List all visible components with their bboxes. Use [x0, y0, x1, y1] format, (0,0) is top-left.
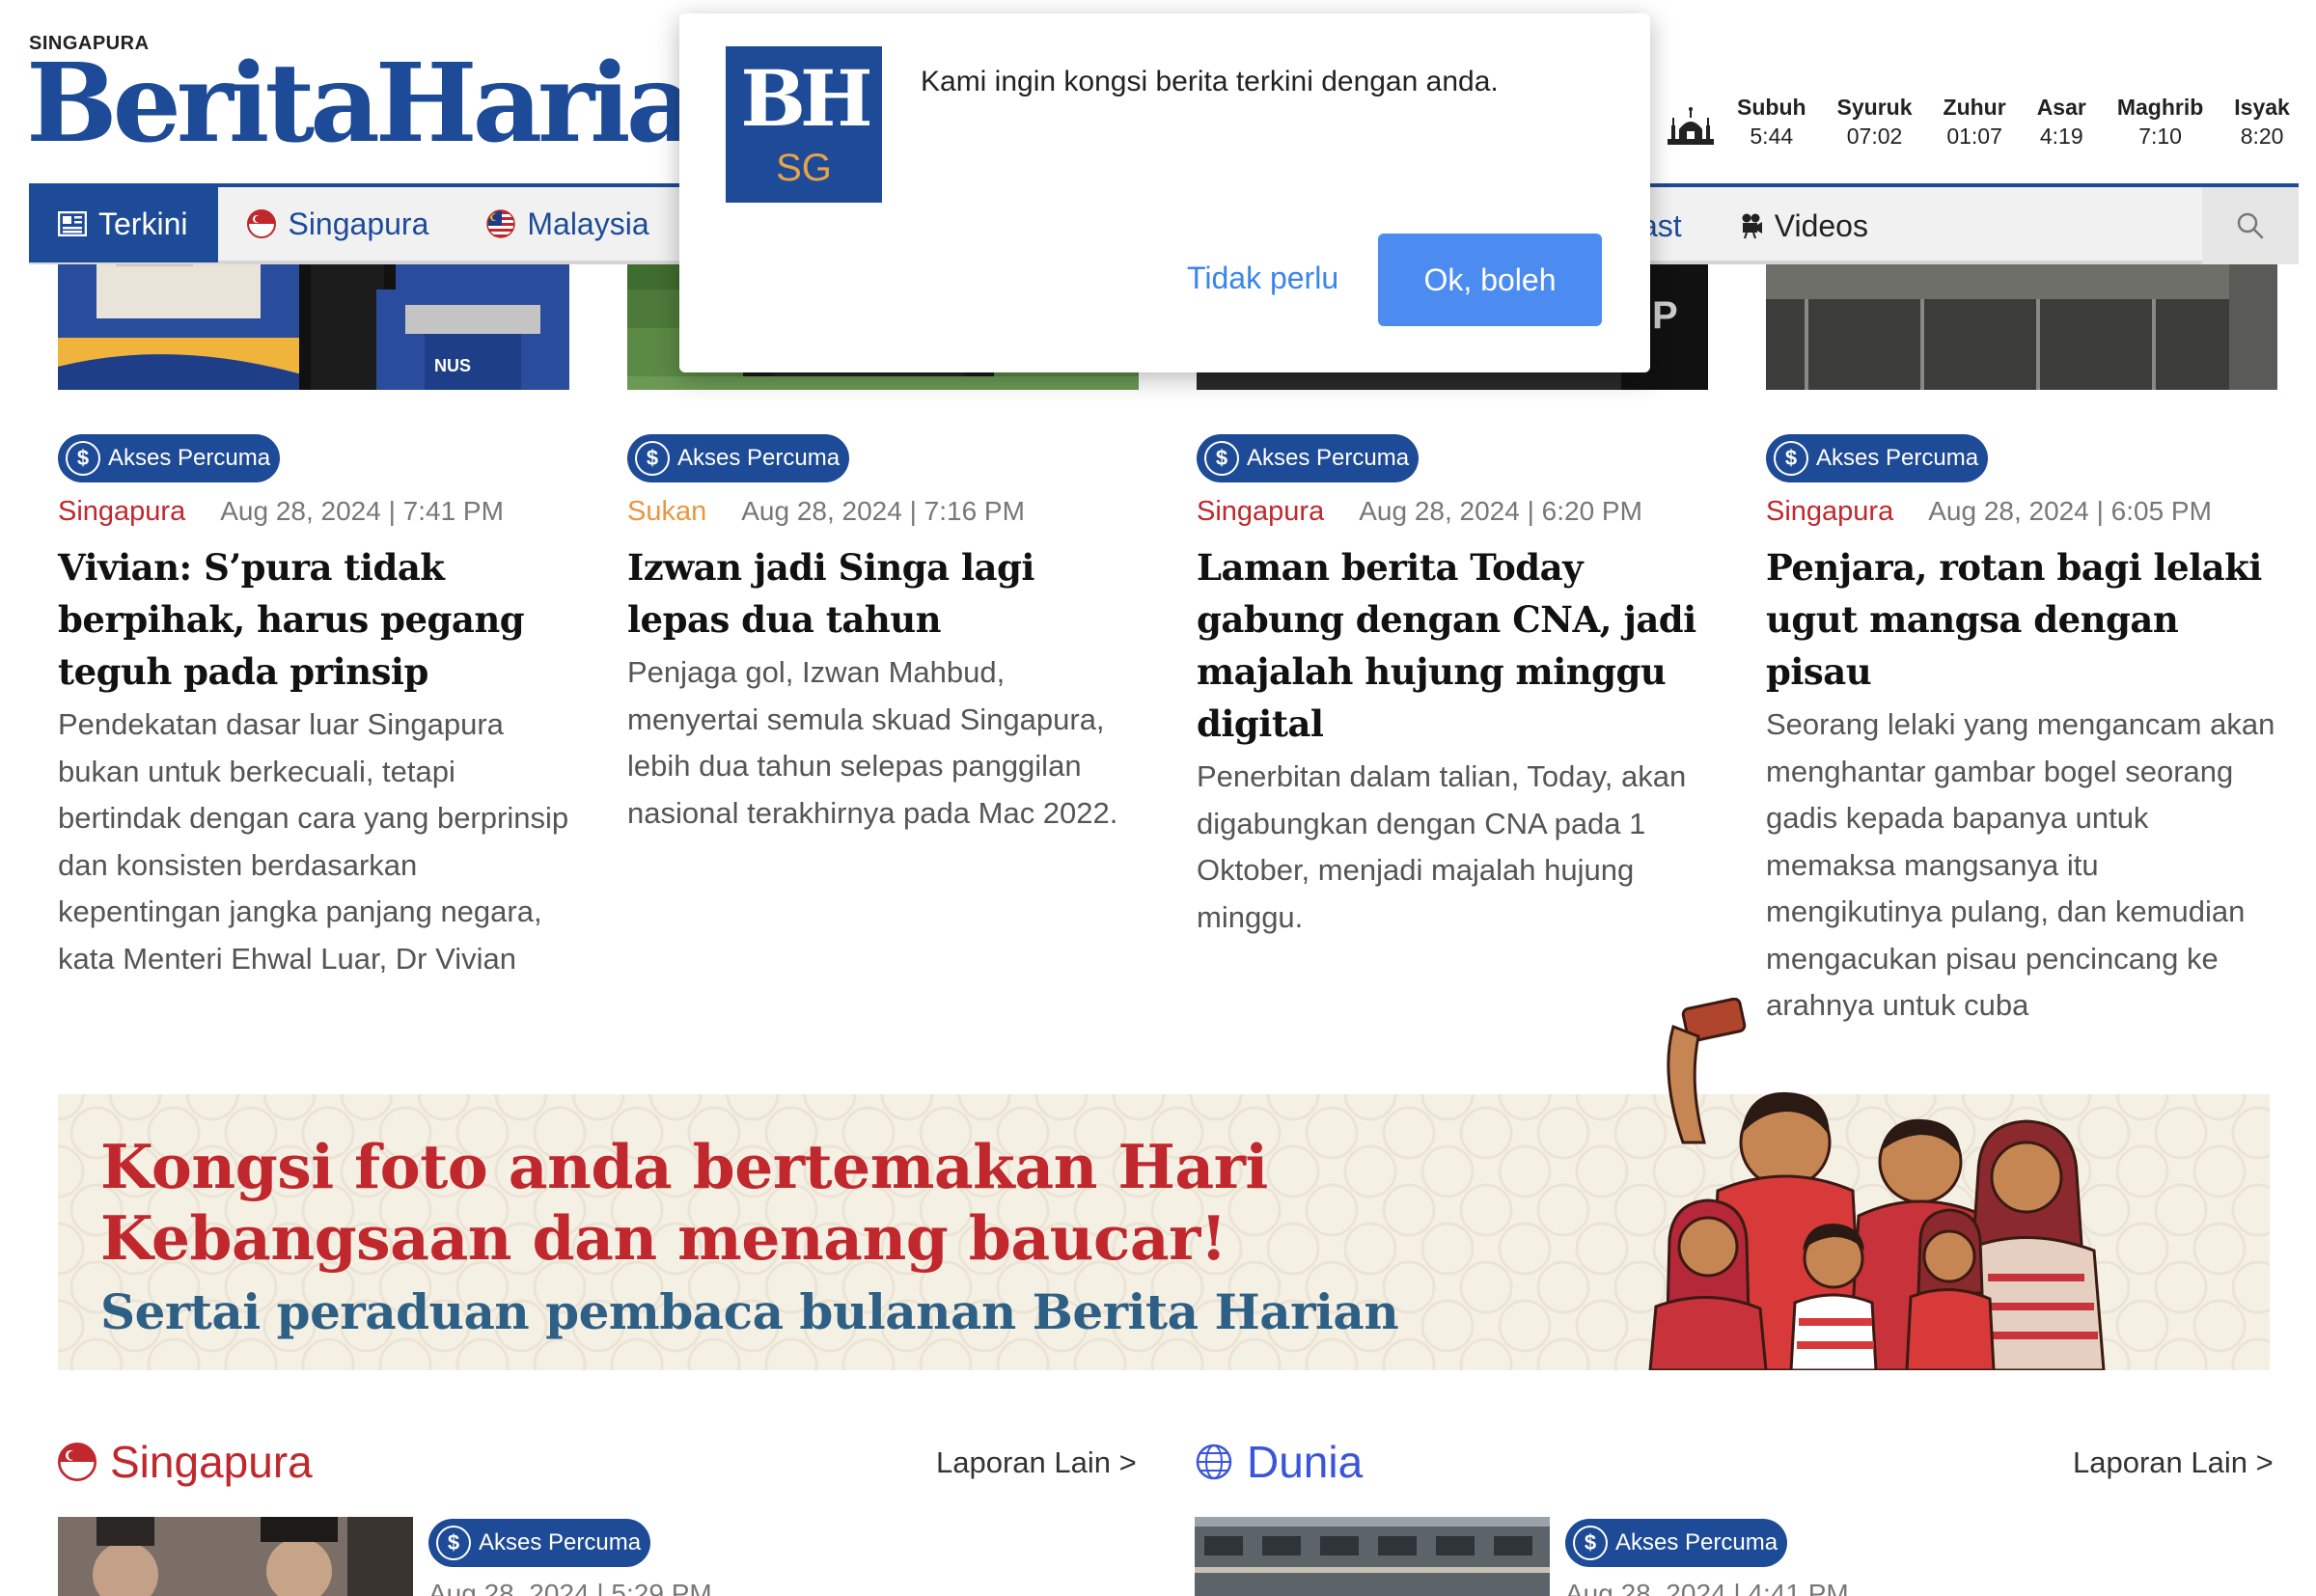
article-category[interactable]: Singapura: [1766, 496, 1893, 528]
more-reports-link[interactable]: Laporan Lain >: [2073, 1445, 2274, 1480]
singapore-flag-icon: [58, 1443, 96, 1481]
article-headline[interactable]: Vivian: S’pura tidak berpihak, harus peg…: [58, 541, 569, 698]
article-headline[interactable]: Izwan jadi Singa lagi lepas dua tahun: [627, 541, 1139, 646]
accept-button[interactable]: Ok, boleh: [1378, 234, 1602, 326]
section-title: Dunia: [1247, 1437, 1364, 1487]
article-date: Aug 28, 2024 | 7:41 PM: [220, 496, 504, 526]
article-date: Aug 28, 2024 | 6:20 PM: [1359, 496, 1642, 526]
malaysia-flag-icon: [486, 209, 516, 238]
prayer-zuhur: Zuhur 01:07: [1943, 95, 2006, 149]
section-header-singapura[interactable]: Singapura: [58, 1436, 313, 1488]
free-access-badge: $ Akses Percuma: [627, 434, 850, 482]
article-headline[interactable]: Penjara, rotan bagi lelaki ugut mangsa d…: [1766, 541, 2277, 698]
notification-permission-dialog: BH SG Kami ingin kongsi berita terkini d…: [679, 14, 1650, 372]
prayer-syuruk: Syuruk 07:02: [1836, 95, 1913, 149]
nav-item-videos[interactable]: Videos: [1711, 187, 1897, 264]
banner-subheadline: Sertai peraduan pembaca bulanan Berita H…: [100, 1283, 1399, 1340]
article-date: Aug 28, 2024 | 4:41 PM: [1565, 1579, 1849, 1596]
nav-item-podcast[interactable]: ast: [1640, 187, 1711, 264]
section-title: Singapura: [110, 1437, 313, 1487]
video-camera-icon: [1740, 212, 1763, 239]
dollar-icon: $: [436, 1526, 471, 1560]
article-card[interactable]: NUS $ Akses Percuma Singapura Aug 28, 20…: [58, 232, 569, 982]
newspaper-icon: [58, 211, 87, 236]
banner-headline: Kongsi foto anda bertemakan Hari Kebangs…: [100, 1131, 1268, 1274]
section-header-dunia[interactable]: Dunia: [1195, 1436, 1363, 1488]
article-meta: Sukan Aug 28, 2024 | 7:16 PM: [627, 496, 1139, 528]
decline-button[interactable]: Tidak perlu: [1162, 232, 1364, 324]
nav-item-terkini[interactable]: Terkini: [29, 185, 219, 262]
article-card[interactable]: $ Akses Percuma Singapura Aug 28, 2024 |…: [1766, 232, 2277, 1030]
svg-text:P: P: [1652, 294, 1678, 337]
prayer-asar: Asar 4:19: [2036, 95, 2086, 149]
article-meta: Singapura Aug 28, 2024 | 6:05 PM: [1766, 496, 2277, 528]
search-button[interactable]: [2202, 187, 2299, 264]
dollar-icon: $: [1573, 1526, 1608, 1560]
more-reports-link[interactable]: Laporan Lain >: [936, 1445, 1137, 1480]
search-icon: [2237, 212, 2264, 239]
article-category[interactable]: Sukan: [627, 496, 706, 528]
article-summary: Seorang lelaki yang mengancam akan mengh…: [1766, 707, 2275, 1022]
nav-item-singapura[interactable]: Singapura: [218, 185, 457, 262]
free-access-badge: $ Akses Percuma: [428, 1519, 651, 1567]
free-access-badge: $ Akses Percuma: [58, 434, 281, 482]
globe-icon: [1196, 1444, 1232, 1480]
free-access-badge: $ Akses Percuma: [1197, 434, 1420, 482]
dollar-icon: $: [1204, 441, 1239, 476]
family-selfie-illustration: [1648, 998, 2106, 1370]
dollar-icon: $: [66, 441, 100, 476]
svg-text:NUS: NUS: [434, 356, 471, 375]
article-summary: Pendekatan dasar luar Singapura bukan un…: [58, 707, 569, 976]
article-category[interactable]: Singapura: [1197, 496, 1324, 528]
free-access-badge: $ Akses Percuma: [1565, 1519, 1788, 1567]
mosque-icon: [1668, 107, 1714, 145]
article-summary: Penerbitan dalam talian, Today, akan dig…: [1197, 759, 1687, 934]
article-meta: Singapura Aug 28, 2024 | 6:20 PM: [1197, 496, 1708, 528]
article-summary: Penjaga gol, Izwan Mahbud, menyertai sem…: [627, 655, 1118, 830]
prayer-times: Subuh 5:44 Syuruk 07:02 Zuhur 01:07 Asar…: [1666, 93, 2305, 151]
prayer-maghrib: Maghrib 7:10: [2116, 95, 2204, 149]
article-image[interactable]: [58, 1517, 413, 1596]
article-date: Aug 28, 2024 | 5:29 PM: [428, 1579, 712, 1596]
bh-sg-logo: BH SG: [726, 46, 882, 203]
article-date: Aug 28, 2024 | 7:16 PM: [741, 496, 1025, 526]
contest-banner[interactable]: Kongsi foto anda bertemakan Hari Kebangs…: [58, 998, 2270, 1370]
dialog-message: Kami ingin kongsi berita terkini dengan …: [921, 66, 1499, 97]
article-headline[interactable]: Laman berita Today gabung dengan CNA, ja…: [1197, 541, 1708, 750]
singapore-flag-icon: [247, 209, 277, 238]
dollar-icon: $: [1774, 441, 1808, 476]
prayer-isyak: Isyak 8:20: [2234, 95, 2290, 149]
nav-item-malaysia[interactable]: Malaysia: [457, 185, 677, 262]
article-date: Aug 28, 2024 | 6:05 PM: [1928, 496, 2212, 526]
dollar-icon: $: [635, 441, 670, 476]
free-access-badge: $ Akses Percuma: [1766, 434, 1989, 482]
site-logo[interactable]: BeritaHarian: [26, 50, 770, 158]
nav-right-group: ast Videos: [1640, 187, 1897, 264]
article-category[interactable]: Singapura: [58, 496, 185, 528]
article-image[interactable]: [1195, 1517, 1550, 1596]
article-meta: Singapura Aug 28, 2024 | 7:41 PM: [58, 496, 569, 528]
prayer-subuh: Subuh 5:44: [1737, 95, 1806, 149]
